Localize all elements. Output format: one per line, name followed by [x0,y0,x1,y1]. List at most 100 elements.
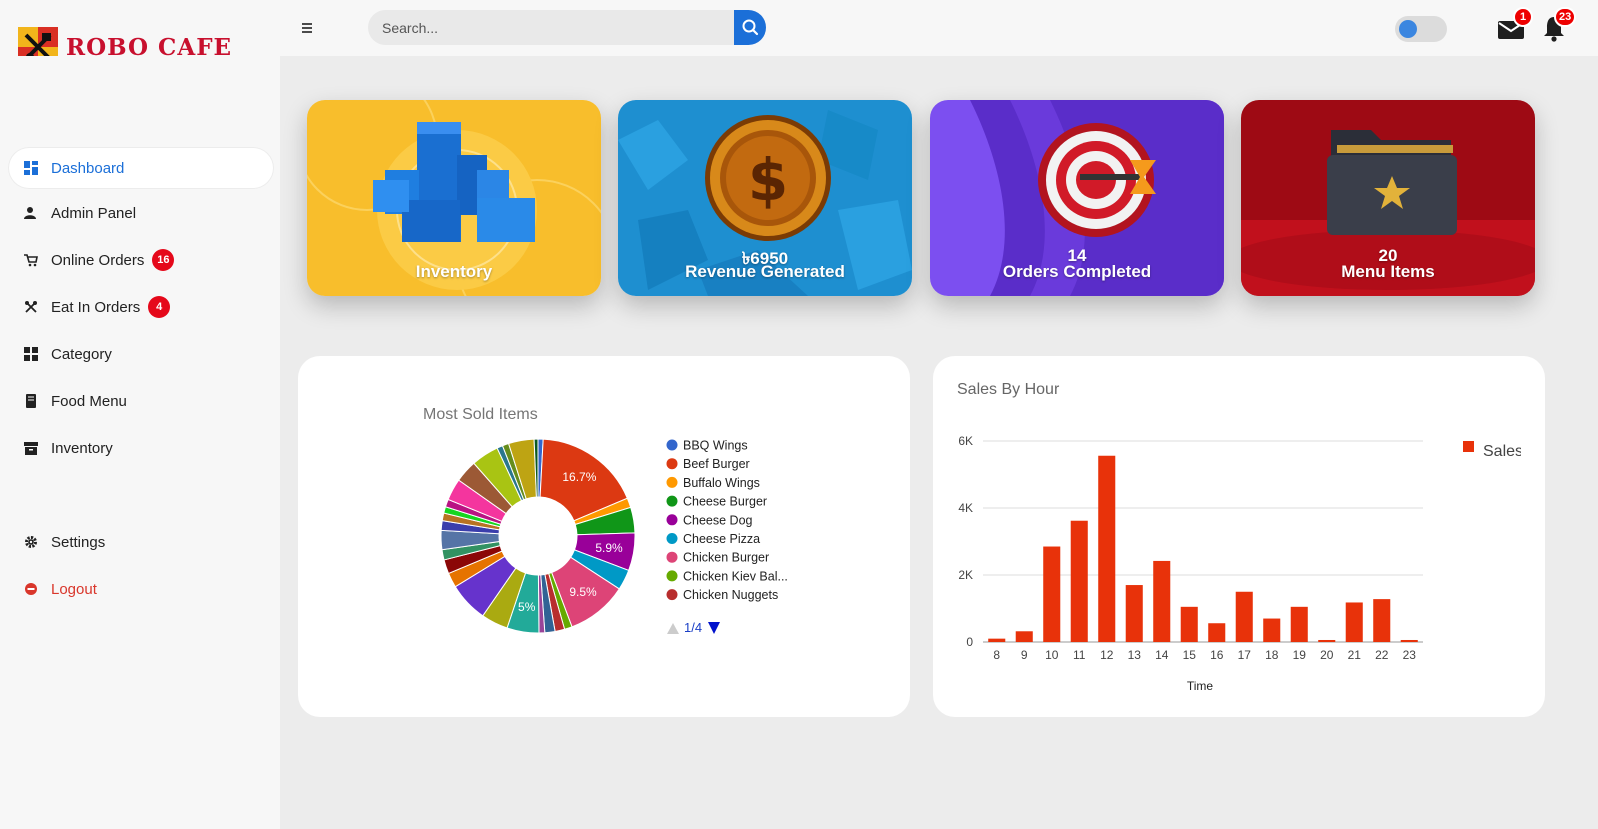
bar-marks [988,455,1418,642]
legend-entry[interactable]: Cheese Burger [683,495,767,509]
mail-button[interactable]: 1 [1496,7,1533,42]
sales-bar[interactable] [1235,591,1253,642]
logout-icon [24,582,38,596]
search-bar [368,10,766,45]
x-tick-label: 12 [1100,648,1114,662]
sales-bar[interactable] [1318,639,1336,642]
legend-entry[interactable]: Chicken Nuggets [683,588,778,602]
legend-swatch [666,551,678,563]
sidebar-item-food-menu[interactable]: Food Menu [8,380,274,422]
sidebar-item-label: Settings [51,533,106,551]
sidebar-item-label: Dashboard [51,159,125,177]
sales-bar[interactable] [988,638,1006,642]
sidebar: Dashboard Admin Panel Online Orders 16 E… [0,56,280,829]
sidebar-item-category[interactable]: Category [8,333,274,375]
sidebar-item-settings[interactable]: Settings [8,521,274,563]
sales-bar[interactable] [1208,623,1226,642]
sidebar-item-label: Eat In Orders [51,298,141,316]
sales-bar[interactable] [1015,631,1033,642]
pie-slice-label: 5% [518,600,536,614]
legend-entry[interactable]: Chicken Kiev Bal... [683,569,788,583]
x-tick-label: 8 [993,648,1000,662]
x-tick-label: 9 [1021,648,1028,662]
orders-card[interactable]: 14 Orders Completed [930,100,1224,296]
legend-entry[interactable]: BBQ Wings [683,439,748,453]
x-tick-label: 10 [1045,648,1059,662]
orders-card-title: Orders Completed [1002,262,1152,281]
bar-legend-swatch [1463,441,1474,452]
most-sold-items-chart: Most Sold Items 16.7% 5.9% 9.5% 5% BBQ Wing… [423,406,788,635]
bar-legend: Sales [1463,441,1523,460]
search-input[interactable] [368,10,734,45]
sidebar-item-label: Inventory [51,439,113,457]
notification-button[interactable]: 23 [1539,7,1577,42]
admin-user-icon [24,206,38,220]
legend-prev-page-icon[interactable] [667,623,679,634]
x-tick-label: 20 [1320,648,1334,662]
hamburger-menu-icon[interactable] [298,19,316,37]
pie-slices [440,438,636,634]
legend-swatch [666,439,678,451]
sidebar-item-eat-in-orders[interactable]: Eat In Orders 4 [8,286,274,328]
legend-entry[interactable]: Beef Burger [683,457,750,471]
sales-bar[interactable] [1043,546,1061,642]
sidebar-item-label: Online Orders [51,251,145,269]
x-tick-label: 17 [1238,648,1252,662]
search-button[interactable] [734,10,766,45]
x-tick-label: 16 [1210,648,1224,662]
eat-in-icon [24,300,38,314]
legend-swatch [666,476,678,488]
legend-next-page-icon[interactable] [708,622,720,634]
pie-chart-title: Most Sold Items [423,406,538,423]
sidebar-item-online-orders[interactable]: Online Orders 16 [8,239,274,281]
sales-bar[interactable] [1125,585,1143,642]
pie-legend: BBQ Wings Beef Burger Buffalo Wings Cheese … [666,439,788,602]
dashboard-icon [24,161,38,175]
theme-toggle[interactable] [1395,16,1447,42]
svg-text:$: $ [748,146,788,214]
revenue-card[interactable]: $ ৳6950 Revenue Generated [618,100,912,296]
y-tick-label: 6K [958,434,973,448]
sidebar-item-label: Category [51,345,112,363]
bar-x-ticks: 8 9 10 11 12 13 14 15 16 17 18 19 20 21 22 23 [993,648,1416,662]
sales-bar[interactable] [1153,560,1171,642]
menu-items-card[interactable]: 20 Menu Items [1241,100,1535,296]
y-tick-label: 0 [966,635,973,649]
sales-bar[interactable] [1263,618,1281,642]
top-bar: ROBO CAFE 1 23 [0,0,1598,67]
revenue-card-title: Revenue Generated [685,262,845,281]
sidebar-item-dashboard[interactable]: Dashboard [8,147,274,189]
sidebar-item-admin-panel[interactable]: Admin Panel [8,192,274,234]
gear-icon [24,535,38,549]
x-tick-label: 14 [1155,648,1169,662]
legend-entry[interactable]: Cheese Pizza [683,532,760,546]
legend-entry[interactable]: Buffalo Wings [683,476,760,490]
sales-bar[interactable] [1290,606,1308,642]
sales-bar[interactable] [1098,455,1116,642]
bar-legend-label: Sales [1483,443,1521,460]
notification-count-badge: 23 [1554,7,1577,27]
sales-chart-area: Sales By Hour 0 2K 4K 6K 8 9 10 11 12 13 14 15 16 17… [956,380,1523,693]
sales-bar[interactable] [1180,606,1198,642]
sales-bar[interactable] [1373,599,1391,642]
mail-count-badge: 1 [1513,7,1533,27]
sales-bar[interactable] [1345,602,1363,642]
sales-by-hour-chart: Sales By Hour 0 2K 4K 6K 8 9 10 11 12 13 14 15 16 17… [957,381,1523,693]
menu-items-card-title: Menu Items [1341,262,1435,281]
sidebar-item-label: Food Menu [51,392,127,410]
online-orders-count-badge: 16 [152,249,175,271]
sidebar-item-logout[interactable]: Logout [8,568,274,610]
menu-book-icon [24,394,38,408]
sales-bar[interactable] [1400,639,1418,642]
legend-entry[interactable]: Chicken Burger [683,551,769,565]
sidebar-item-label: Admin Panel [51,204,137,222]
y-tick-label: 4K [958,501,973,515]
sales-bar[interactable] [1070,520,1088,642]
sidebar-item-inventory[interactable]: Inventory [8,427,274,469]
legend-swatch [666,458,678,470]
x-tick-label: 18 [1265,648,1279,662]
legend-entry[interactable]: Cheese Dog [683,513,753,527]
inventory-card[interactable]: Inventory [307,100,601,296]
legend-swatch [666,514,678,526]
search-icon [742,19,759,36]
